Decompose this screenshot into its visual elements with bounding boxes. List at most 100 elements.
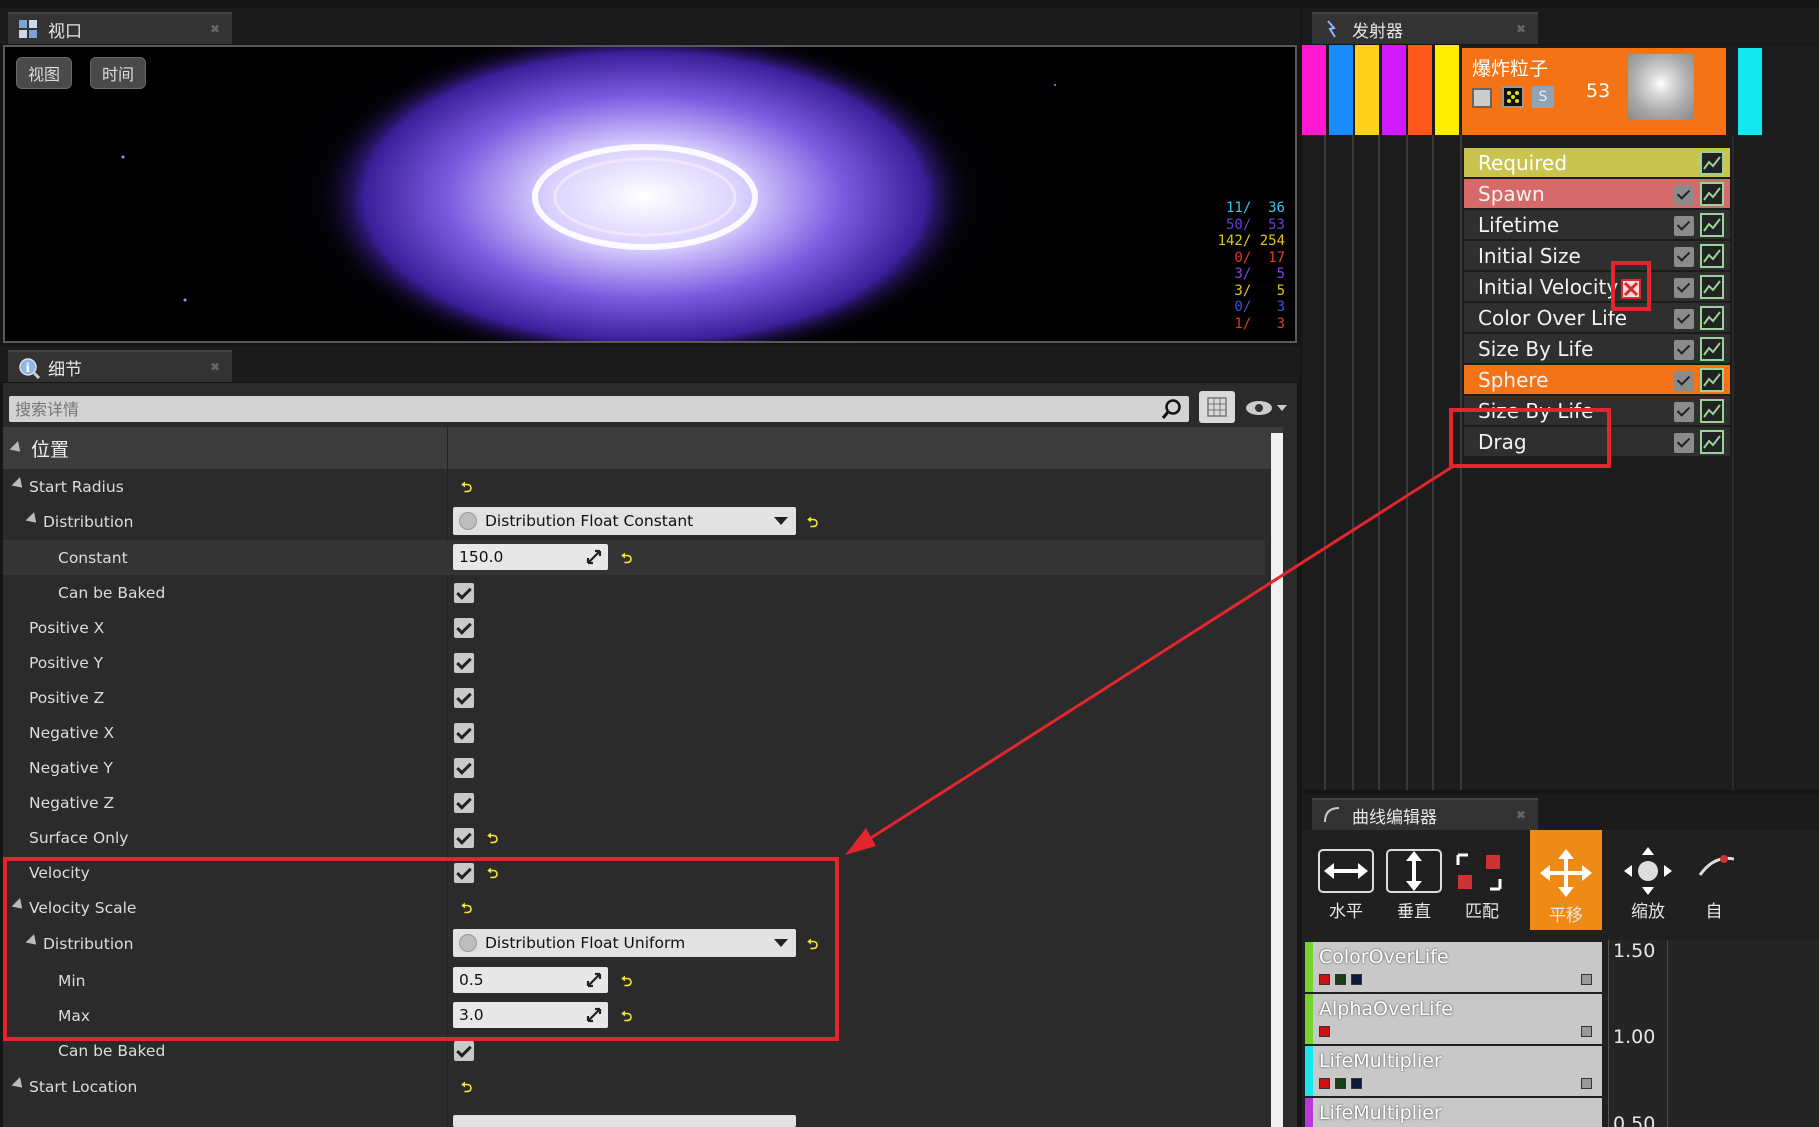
viewport-tab[interactable]: 视口 ✖ [8,12,232,44]
constant-input[interactable]: 150.0 [453,544,608,570]
resize-icon[interactable] [586,549,602,565]
module-enable-checkbox[interactable] [1674,216,1694,236]
reset-icon[interactable]: ⮌ [621,548,632,572]
expand-triangle-icon[interactable] [11,477,27,492]
negative-z-checkbox[interactable] [454,793,474,813]
highlight-box-velocity [3,857,839,1041]
negative-y-checkbox[interactable] [454,758,474,778]
scrollbar[interactable] [1271,433,1283,1127]
solo-button[interactable]: S [1532,86,1554,108]
button-label: 水平 [1329,902,1363,922]
module-sphere[interactable]: Sphere [1464,365,1730,396]
blue-swatch[interactable] [1351,974,1362,985]
collapse-triangle-icon[interactable] [9,440,25,456]
module-enable-checkbox[interactable] [1674,185,1694,205]
track-name: LifeMultiplier [1319,1050,1442,1072]
enable-checkbox[interactable] [1472,88,1492,108]
can-be-baked-checkbox[interactable] [454,1041,474,1061]
module-enable-checkbox[interactable] [1674,278,1694,298]
module-size-by-life[interactable]: Size By Life [1464,334,1730,365]
module-color-over-life[interactable]: Color Over Life [1464,303,1730,334]
negative-x-checkbox[interactable] [454,723,474,743]
module-enable-checkbox[interactable] [1674,340,1694,360]
dots-icon[interactable] [1502,86,1524,108]
expand-triangle-icon[interactable] [11,1077,27,1092]
track-toggle[interactable] [1581,974,1592,985]
graph-icon[interactable] [1700,182,1724,206]
module-spawn[interactable]: Spawn [1464,179,1730,210]
zoom-button[interactable]: 缩放 [1612,840,1684,926]
search-input[interactable] [9,396,1189,422]
fit-vertical-button[interactable]: 垂直 [1378,840,1450,926]
curve-track[interactable]: LifeMultiplier [1305,1098,1602,1127]
positive-x-checkbox[interactable] [454,618,474,638]
blue-swatch[interactable] [1351,1078,1362,1089]
module-enable-checkbox[interactable] [1674,433,1694,453]
fit-horizontal-button[interactable]: 水平 [1310,840,1382,926]
module-enable-checkbox[interactable] [1674,309,1694,329]
emitter-header[interactable]: 爆炸粒子 S 53 [1462,48,1726,135]
can-be-baked-checkbox[interactable] [454,583,474,603]
green-swatch[interactable] [1335,974,1346,985]
track-toggle[interactable] [1581,1078,1592,1089]
details-tab[interactable]: i 细节 ✖ [8,350,232,382]
curve-track[interactable]: LifeMultiplier [1305,1046,1602,1096]
surface-only-checkbox[interactable] [454,828,474,848]
curve-track[interactable]: AlphaOverLife [1305,994,1602,1044]
graph-icon[interactable] [1700,337,1724,361]
visibility-button[interactable] [1243,396,1291,420]
track-toggle[interactable] [1581,1026,1592,1037]
green-swatch[interactable] [1335,1078,1346,1089]
curve-graph[interactable]: 1.50 1.00 0.50 [1608,940,1819,1127]
graph-icon[interactable] [1700,244,1724,268]
positive-y-checkbox[interactable] [454,653,474,673]
module-label: Color Over Life [1478,305,1628,330]
emitter-tab[interactable]: 发射器 ✖ [1312,12,1538,44]
details-tabbar: i 细节 ✖ [0,346,1300,382]
curve-track[interactable]: ColorOverLife [1305,942,1602,992]
module-enable-checkbox[interactable] [1674,402,1694,422]
close-icon[interactable]: ✖ [210,360,220,374]
start-location-dropdown[interactable] [453,1115,796,1127]
module-required[interactable]: Required [1464,148,1730,179]
module-initial-size[interactable]: Initial Size [1464,241,1730,272]
distribution-dropdown[interactable]: Distribution Float Constant [453,507,796,535]
curve-tab[interactable]: 曲线编辑器 ✖ [1312,798,1538,830]
graph-icon[interactable] [1700,306,1724,330]
positive-z-checkbox[interactable] [454,688,474,708]
graph-icon[interactable] [1700,368,1724,392]
search-box[interactable] [9,396,1189,422]
viewport[interactable]: 视图 时间 11/ 36 50/ 53 142/ 254 0/ 17 3/ 5 3/ 50… [3,45,1297,343]
graph-icon[interactable] [1700,151,1724,175]
graph-icon[interactable] [1700,399,1724,423]
time-button[interactable]: 时间 [90,57,146,89]
button-label: 缩放 [1631,902,1665,922]
fit-button[interactable]: 匹配 [1446,840,1518,926]
view-button[interactable]: 视图 [16,57,72,89]
module-enable-checkbox[interactable] [1674,247,1694,267]
grid-view-button[interactable] [1199,391,1235,423]
error-x-icon[interactable] [1621,279,1641,299]
button-label: 垂直 [1397,902,1431,922]
graph-icon[interactable] [1700,275,1724,299]
section-header-position[interactable]: 位置 [3,427,1283,469]
reset-icon[interactable]: ⮌ [807,512,818,536]
red-swatch[interactable] [1319,1078,1330,1089]
module-lifetime[interactable]: Lifetime [1464,210,1730,241]
reset-icon[interactable]: ⮌ [461,1077,472,1101]
red-swatch[interactable] [1319,1026,1330,1037]
module-enable-checkbox[interactable] [1674,371,1694,391]
graph-icon[interactable] [1700,430,1724,454]
graph-icon[interactable] [1700,213,1724,237]
close-icon[interactable]: ✖ [210,22,220,36]
module-initial-velocity[interactable]: Initial Velocity [1464,272,1730,303]
auto-button[interactable]: 自 [1694,840,1734,926]
reset-icon[interactable]: ⮌ [487,828,498,852]
reset-icon[interactable]: ⮌ [461,477,472,501]
close-icon[interactable]: ✖ [1516,808,1526,822]
expand-triangle-icon[interactable] [25,512,41,527]
red-swatch[interactable] [1319,974,1330,985]
search-icon[interactable] [1161,398,1183,420]
pan-button[interactable]: 平移 [1530,830,1602,930]
close-icon[interactable]: ✖ [1516,22,1526,36]
